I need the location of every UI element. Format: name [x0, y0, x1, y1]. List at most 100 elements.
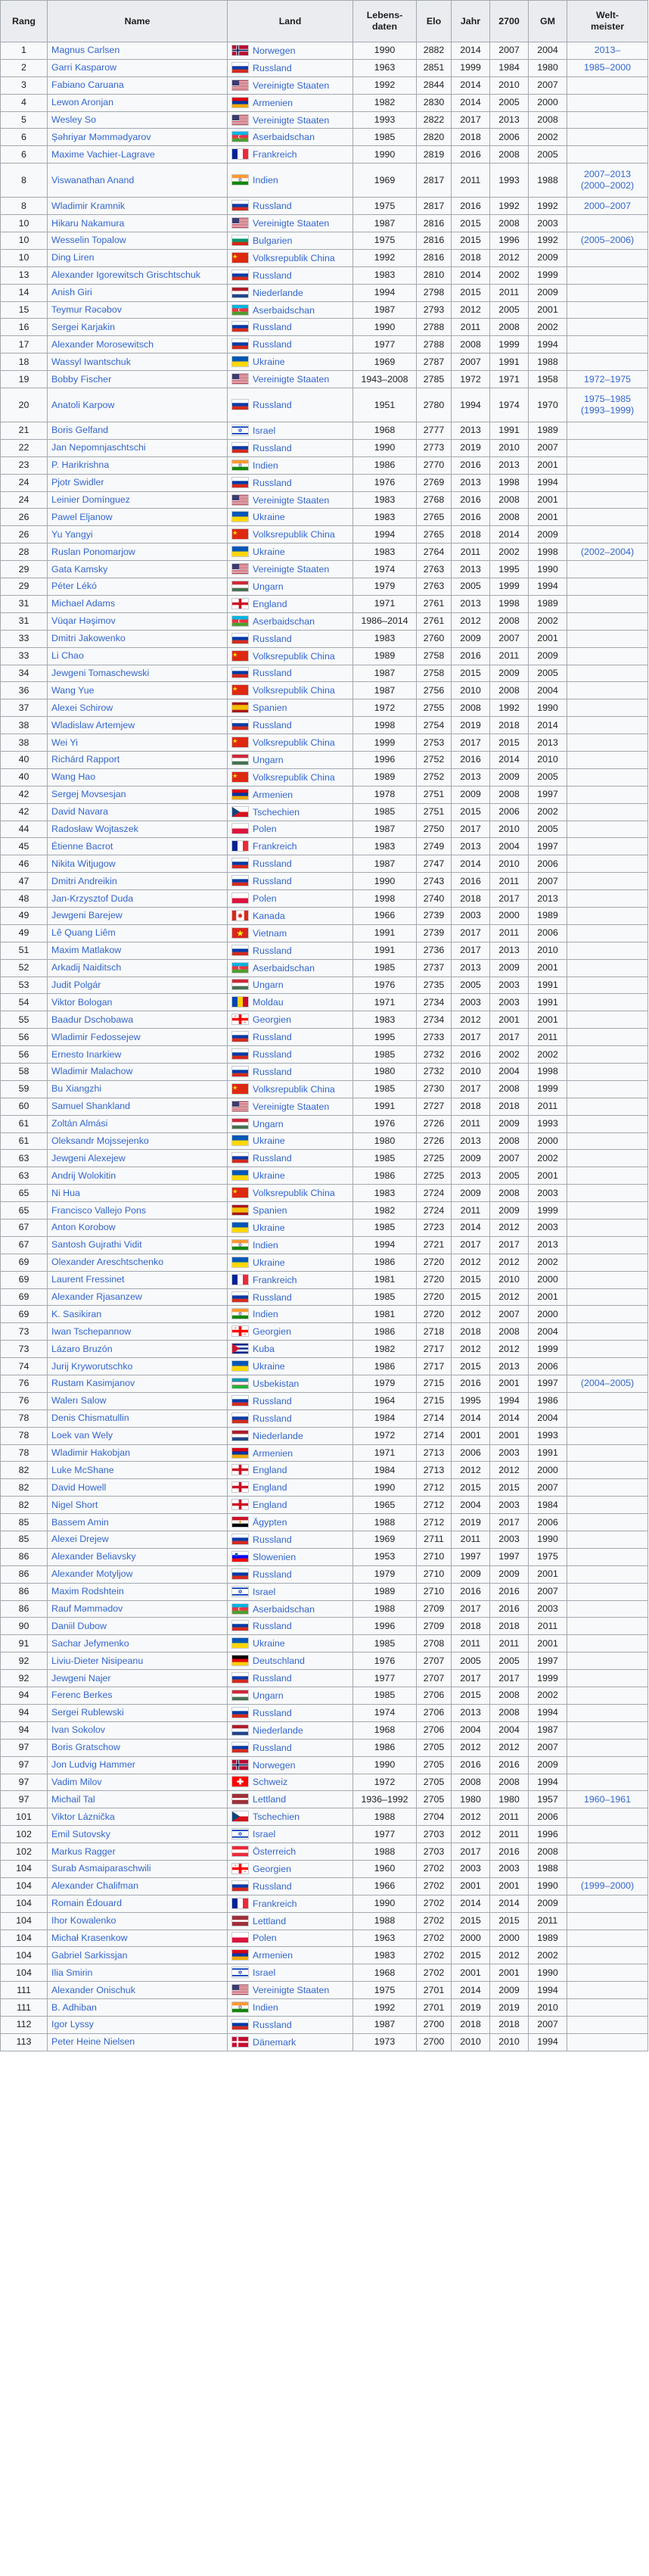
country-link[interactable]: Vereinigte Staaten — [253, 564, 329, 575]
cell-player-name[interactable]: Ni Hua — [47, 1184, 228, 1203]
country-link[interactable]: Aserbaidschan — [253, 963, 315, 973]
country-link[interactable]: England — [253, 1482, 287, 1493]
weltmeister-period[interactable]: (2000–2002) — [571, 180, 644, 192]
weltmeister-period[interactable]: 2007–2013 — [571, 169, 644, 180]
country-link[interactable]: Russland — [253, 322, 292, 332]
country-link[interactable]: Russland — [253, 201, 292, 211]
country-link[interactable]: Frankreich — [253, 149, 297, 160]
cell-player-name[interactable]: Emil Sutovsky — [47, 1825, 228, 1844]
cell-player-name[interactable]: Gata Kamsky — [47, 560, 228, 579]
header-lebensdaten[interactable]: Lebens-daten — [352, 0, 417, 42]
weltmeister-period[interactable]: 2013– — [571, 45, 644, 56]
header-jahr[interactable]: Jahr — [451, 0, 490, 42]
country-link[interactable]: Ukraine — [253, 547, 285, 557]
cell-player-name[interactable]: Jewgeni Alexejew — [47, 1149, 228, 1168]
cell-player-name[interactable]: Arkadij Naiditsch — [47, 958, 228, 977]
country-link[interactable]: Ukraine — [253, 1223, 285, 1233]
header-name[interactable]: Name — [47, 0, 228, 42]
cell-player-name[interactable]: Rauf Məmmədov — [47, 1599, 228, 1618]
cell-player-name[interactable]: Ferenc Berkes — [47, 1687, 228, 1705]
country-link[interactable]: Indien — [253, 2002, 278, 2013]
country-link[interactable]: Dänemark — [253, 2037, 296, 2048]
cell-player-name[interactable]: Viktor Bologan — [47, 993, 228, 1012]
country-link[interactable]: Russland — [253, 668, 292, 678]
cell-player-name[interactable]: Étienne Bacrot — [47, 837, 228, 856]
cell-player-name[interactable]: Leinier Domínguez — [47, 491, 228, 509]
cell-player-name[interactable]: Wang Yue — [47, 681, 228, 700]
country-link[interactable]: Volksrepublik China — [253, 529, 335, 540]
cell-player-name[interactable]: Lázaro Bruzón — [47, 1340, 228, 1359]
weltmeister-period[interactable]: 1972–1975 — [571, 374, 644, 385]
cell-player-name[interactable]: Alexander Chalifman — [47, 1877, 228, 1895]
country-link[interactable]: Niederlande — [253, 1431, 303, 1441]
country-link[interactable]: Ungarn — [253, 755, 284, 765]
cell-player-name[interactable]: Liviu-Dieter Nisipeanu — [47, 1652, 228, 1671]
country-link[interactable]: Russland — [253, 945, 292, 956]
cell-player-name[interactable]: Ruslan Ponomarjow — [47, 543, 228, 562]
cell-player-name[interactable]: Radosław Wojtaszek — [47, 820, 228, 839]
country-link[interactable]: Vereinigte Staaten — [253, 495, 329, 506]
country-link[interactable]: England — [253, 1500, 287, 1510]
cell-player-name[interactable]: Denis Chismatullin — [47, 1409, 228, 1428]
cell-player-name[interactable]: Wladimir Fedossejew — [47, 1028, 228, 1047]
cell-player-name[interactable]: Baadur Dschobawa — [47, 1011, 228, 1029]
cell-player-name[interactable]: Jan Nepomnjaschtschi — [47, 438, 228, 457]
country-link[interactable]: Ungarn — [253, 1690, 284, 1701]
country-link[interactable]: Polen — [253, 824, 277, 834]
cell-player-name[interactable]: Igor Lyssy — [47, 2015, 228, 2034]
cell-player-name[interactable]: Jewgeni Najer — [47, 1669, 228, 1688]
cell-player-name[interactable]: Maxime Vachier-Lagrave — [47, 145, 228, 164]
cell-player-name[interactable]: Santosh Gujrathi Vidit — [47, 1235, 228, 1254]
country-link[interactable]: Russland — [253, 1621, 292, 1631]
country-link[interactable]: Indien — [253, 460, 278, 471]
cell-player-name[interactable]: Wang Hao — [47, 768, 228, 787]
country-link[interactable]: Russland — [253, 400, 292, 410]
cell-player-name[interactable]: Wesley So — [47, 111, 228, 129]
country-link[interactable]: Russland — [253, 1881, 292, 1892]
country-link[interactable]: Russland — [253, 1396, 292, 1406]
cell-player-name[interactable]: Bu Xiangzhi — [47, 1079, 228, 1098]
cell-player-name[interactable]: David Howell — [47, 1478, 228, 1497]
country-link[interactable]: Russland — [253, 1673, 292, 1684]
country-link[interactable]: Russland — [253, 339, 292, 350]
cell-player-name[interactable]: Vadim Milov — [47, 1773, 228, 1792]
country-link[interactable]: Vereinigte Staaten — [253, 80, 329, 91]
country-link[interactable]: England — [253, 599, 287, 609]
country-link[interactable]: Israel — [253, 1829, 275, 1839]
weltmeister-period[interactable]: 2000–2007 — [571, 201, 644, 212]
cell-player-name[interactable]: Jewgeni Barejew — [47, 906, 228, 925]
cell-player-name[interactable]: Jan-Krzysztof Duda — [47, 889, 228, 908]
country-link[interactable]: Ungarn — [253, 581, 284, 592]
country-link[interactable]: Russland — [253, 478, 292, 488]
country-link[interactable]: Indien — [253, 1309, 278, 1319]
cell-player-name[interactable]: Alexander Onischuk — [47, 1981, 228, 2000]
cell-player-name[interactable]: Alexander Motyljow — [47, 1565, 228, 1584]
cell-player-name[interactable]: Wassyl Iwantschuk — [47, 353, 228, 372]
country-link[interactable]: Bulgarien — [253, 235, 292, 246]
country-link[interactable]: Tschechien — [253, 807, 300, 818]
country-link[interactable]: Polen — [253, 1933, 277, 1943]
cell-player-name[interactable]: Teymur Rəcəbov — [47, 301, 228, 319]
country-link[interactable]: Russland — [253, 634, 292, 644]
cell-player-name[interactable]: Dmitri Jakowenko — [47, 629, 228, 648]
cell-player-name[interactable]: David Navara — [47, 802, 228, 821]
country-link[interactable]: Russland — [253, 63, 292, 73]
cell-player-name[interactable]: Richárd Rapport — [47, 750, 228, 769]
country-link[interactable]: Ukraine — [253, 512, 285, 522]
weltmeister-period[interactable]: (2005–2006) — [571, 235, 644, 246]
cell-player-name[interactable]: Michał Krasenkow — [47, 1929, 228, 1948]
cell-player-name[interactable]: Alexei Schirow — [47, 699, 228, 718]
country-link[interactable]: Russland — [253, 270, 292, 281]
weltmeister-period[interactable]: (1993–1999) — [571, 405, 644, 416]
cell-player-name[interactable]: Sergei Rublewski — [47, 1703, 228, 1722]
country-link[interactable]: Vietnam — [253, 928, 287, 939]
cell-player-name[interactable]: Boris Gratschow — [47, 1738, 228, 1757]
country-link[interactable]: Russland — [253, 1032, 292, 1042]
cell-player-name[interactable]: Francisco Vallejo Pons — [47, 1201, 228, 1219]
cell-player-name[interactable]: Anatoli Karpow — [47, 388, 228, 423]
country-link[interactable]: Vereinigte Staaten — [253, 218, 329, 229]
cell-player-name[interactable]: Anton Korobow — [47, 1219, 228, 1237]
country-link[interactable]: Österreich — [253, 1846, 296, 1857]
country-link[interactable]: Ukraine — [253, 1170, 285, 1181]
country-link[interactable]: Spanien — [253, 702, 287, 713]
